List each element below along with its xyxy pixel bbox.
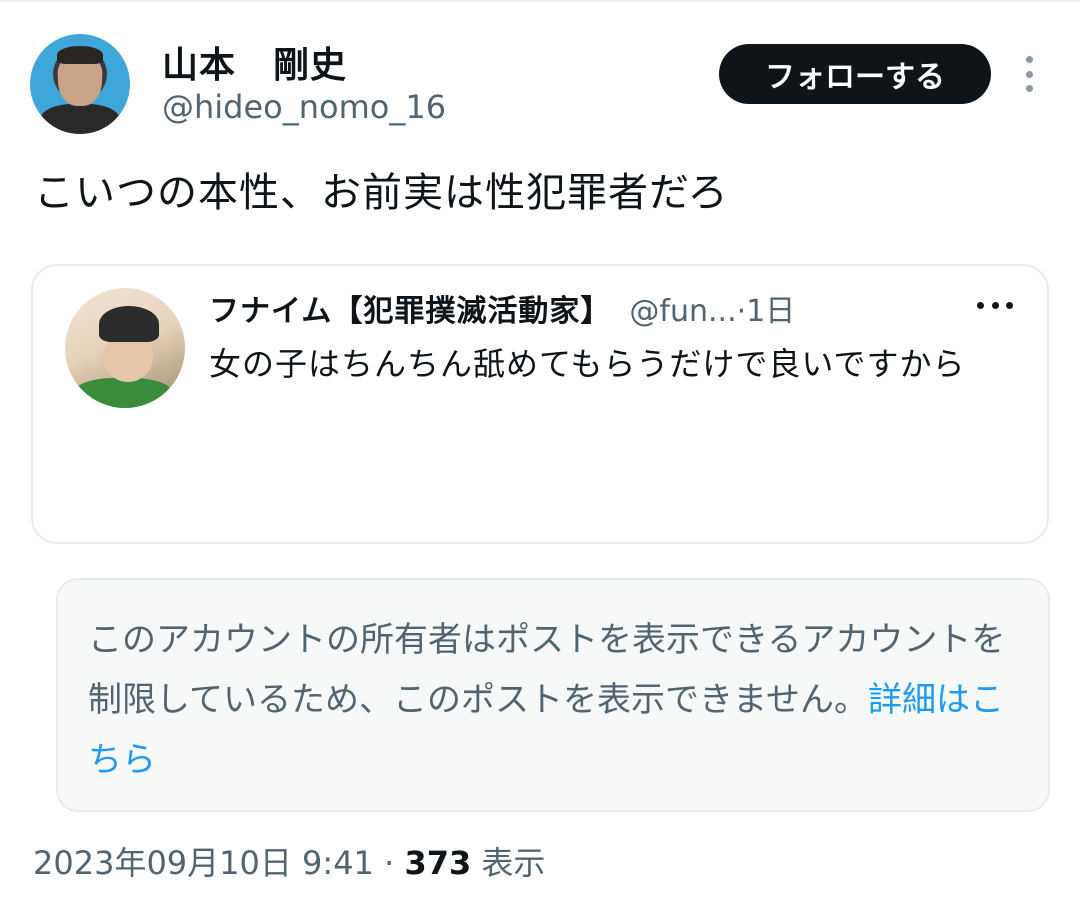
author-handle[interactable]: @hideo_nomo_16 (162, 88, 446, 126)
follow-button[interactable]: フォローする (719, 44, 991, 104)
author-avatar[interactable] (30, 34, 130, 134)
post-meta: 2023年09月10日 9:41 · 373 表示 (33, 838, 545, 884)
post-datetime[interactable]: 2023年09月10日 9:41 (33, 844, 374, 882)
post-views-count: 373 (404, 844, 472, 882)
quoted-post-time[interactable]: 1日 (746, 286, 795, 330)
post-views-label: 表示 (471, 844, 546, 882)
tweet-text: こいつの本性、お前実は性犯罪者だろ (34, 170, 729, 216)
quoted-post-text: 女の子はちんちん舐めてもらうだけで良いですから (209, 345, 966, 383)
meta-separator: · (373, 844, 405, 882)
quoted-author-avatar[interactable] (65, 288, 185, 408)
author-name[interactable]: 山本 剛史 (162, 36, 347, 88)
top-divider (0, 0, 1080, 2)
more-options-icon[interactable] (1022, 56, 1036, 92)
quoted-author-name[interactable]: フナイム【犯罪撲滅活動家】 (209, 286, 611, 330)
restricted-post-notice: このアカウントの所有者はポストを表示できるアカウントを制限しているため、このポス… (56, 578, 1050, 812)
quoted-more-icon[interactable] (977, 302, 1013, 310)
quoted-post-header: フナイム【犯罪撲滅活動家】 @fun... · 1日 (209, 286, 795, 330)
quoted-author-handle[interactable]: @fun... (629, 294, 736, 329)
quoted-post[interactable]: フナイム【犯罪撲滅活動家】 @fun... · 1日 女の子はちんちん舐めてもら… (31, 264, 1049, 767)
quoted-separator: · (736, 294, 747, 329)
